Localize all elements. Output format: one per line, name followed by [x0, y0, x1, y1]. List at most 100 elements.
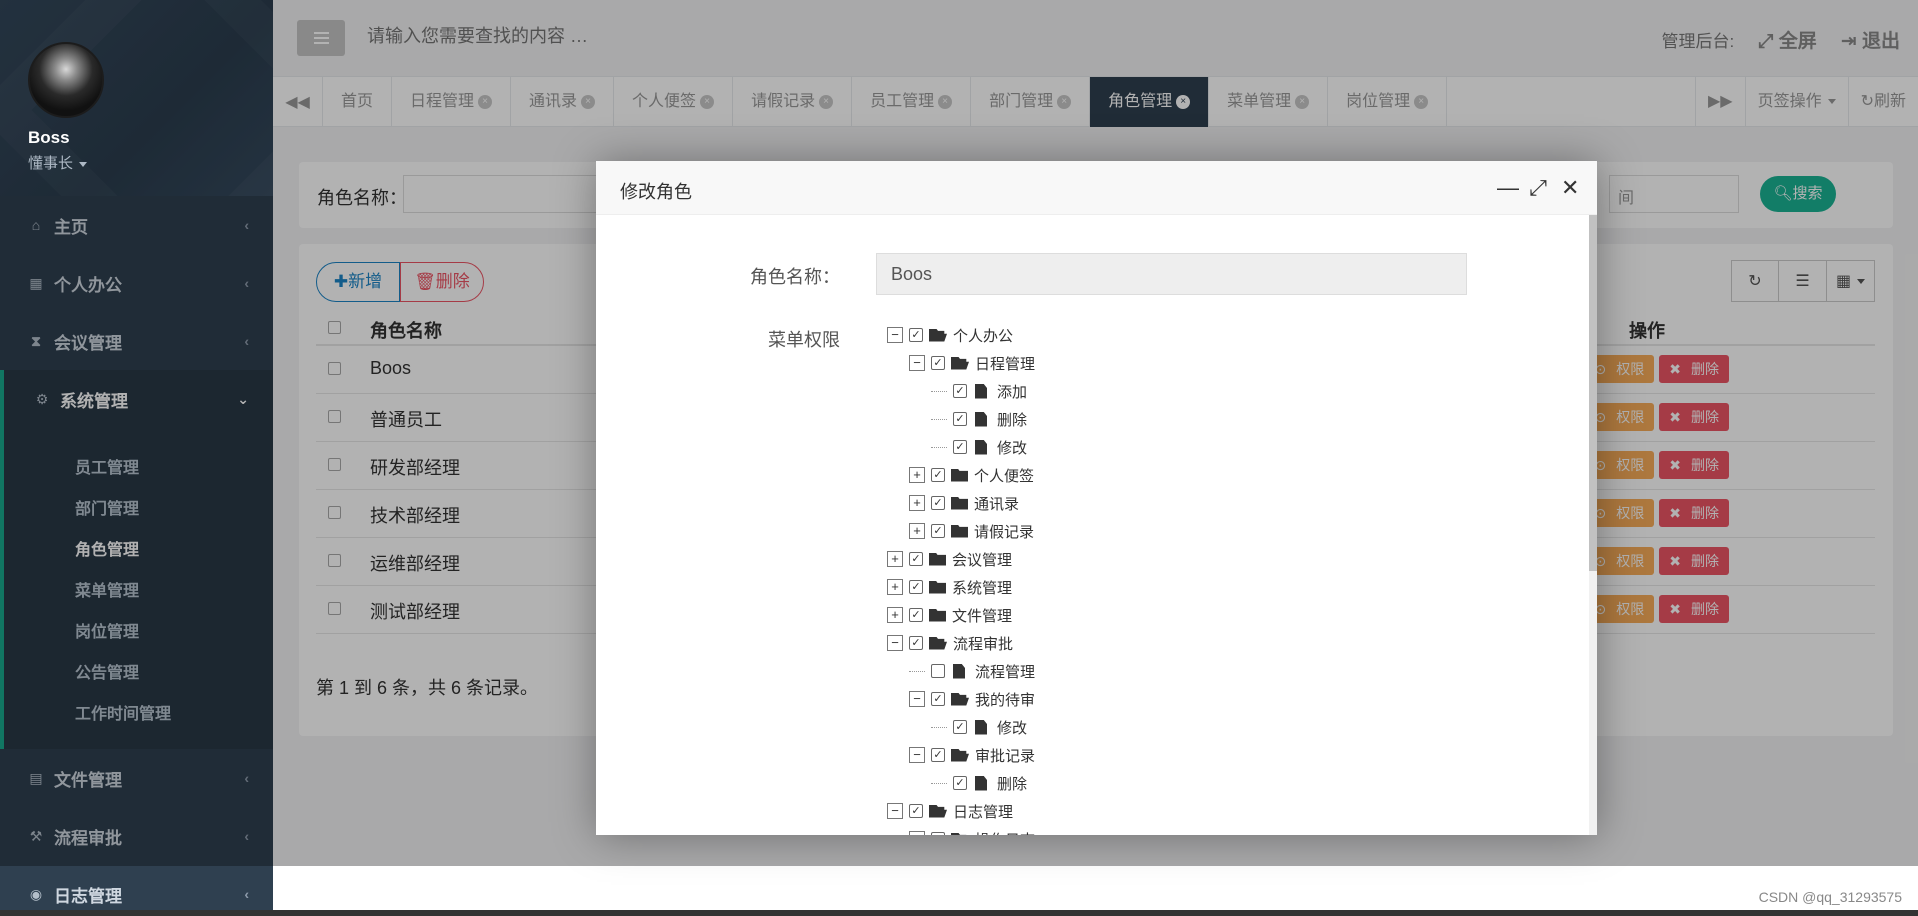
tree-node-label: 会议管理	[952, 551, 1013, 569]
collapse-icon[interactable]: −	[909, 747, 925, 763]
folder-open-icon	[929, 636, 947, 650]
tree-node[interactable]: ✓ 流程管理	[887, 657, 1035, 685]
tree-checkbox[interactable]: ✓	[953, 776, 967, 790]
collapse-icon[interactable]: −	[909, 355, 925, 371]
tree-node[interactable]: ✓ 添加	[887, 377, 1035, 405]
tree-checkbox[interactable]: ✓	[909, 552, 923, 566]
profile-role-dropdown[interactable]: 懂事长	[28, 152, 273, 173]
tree-node[interactable]: − ✓ 个人办公	[887, 321, 1035, 349]
menu-permission-label: 菜单权限	[768, 330, 840, 350]
tree-node[interactable]: + ✓ 请假记录	[887, 517, 1035, 545]
permission-tree: − ✓ 个人办公 − ✓ 日程管理 ✓ 添加 ✓ 删除 ✓ 修改 + ✓ 个人便签 + ✓ 通讯录 + ✓ 请假记录 + ✓…	[887, 321, 1035, 835]
tree-checkbox[interactable]: ✓	[931, 748, 945, 762]
sidebar-item-label: 日志管理	[54, 886, 122, 906]
tree-checkbox[interactable]: ✓	[909, 328, 923, 342]
eye-icon: ◉	[29, 885, 43, 902]
file-icon	[975, 719, 987, 735]
collapse-icon[interactable]: −	[887, 803, 903, 819]
tree-node-label: 个人便签	[974, 467, 1035, 485]
tree-node[interactable]: + ✓ 系统管理	[887, 573, 1035, 601]
chevron-left-icon: ‹	[244, 886, 249, 902]
tree-checkbox[interactable]: ✓	[931, 692, 945, 706]
collapse-icon[interactable]: −	[909, 691, 925, 707]
file-icon	[975, 775, 987, 791]
dialog-controls: — ⤢ ✕	[1497, 175, 1579, 201]
collapse-icon[interactable]: −	[887, 327, 903, 343]
tree-checkbox[interactable]: ✓	[931, 664, 945, 678]
taskbar-strip	[0, 910, 1918, 916]
expand-icon[interactable]: +	[909, 523, 925, 539]
tree-node[interactable]: − ✓ 日程管理	[887, 349, 1035, 377]
caret-down-icon	[79, 161, 88, 167]
tree-node[interactable]: − ✓ 流程审批	[887, 629, 1035, 657]
folder-open-icon	[929, 328, 947, 342]
tree-node-label: 文件管理	[952, 607, 1013, 625]
tree-node-label: 流程审批	[953, 635, 1014, 653]
file-icon	[975, 383, 987, 399]
profile-role-label: 懂事长	[28, 155, 74, 172]
expand-icon[interactable]: +	[909, 467, 925, 483]
tree-checkbox[interactable]: ✓	[953, 440, 967, 454]
expand-icon[interactable]: +	[887, 579, 903, 595]
folder-icon	[929, 608, 946, 622]
footer	[273, 866, 1918, 916]
expand-icon[interactable]: +	[909, 495, 925, 511]
tree-node[interactable]: − ✓ 我的待审	[887, 685, 1035, 713]
maximize-icon[interactable]: ⤢	[1529, 175, 1547, 201]
tree-node-label: 操作日志	[975, 829, 1035, 836]
scrollbar-thumb[interactable]	[1589, 215, 1597, 571]
tree-checkbox[interactable]: ✓	[953, 412, 967, 426]
tree-node[interactable]: ✓ 删除	[887, 405, 1035, 433]
tree-node[interactable]: ✓ 删除	[887, 769, 1035, 797]
tree-node[interactable]: − ✓ 操作日志	[887, 825, 1035, 835]
tree-checkbox[interactable]: ✓	[909, 580, 923, 594]
tree-node-label: 请假记录	[974, 523, 1035, 541]
tree-node[interactable]: + ✓ 会议管理	[887, 545, 1035, 573]
tree-checkbox[interactable]: ✓	[909, 608, 923, 622]
role-name-field[interactable]: Boos	[876, 253, 1467, 295]
tree-connector	[931, 390, 947, 392]
tree-checkbox[interactable]: ✓	[909, 636, 923, 650]
folder-icon	[929, 552, 946, 566]
tree-checkbox[interactable]: ✓	[931, 496, 945, 510]
tree-checkbox[interactable]: ✓	[953, 720, 967, 734]
tree-checkbox[interactable]: ✓	[909, 804, 923, 818]
folder-open-icon	[951, 832, 969, 835]
tree-checkbox[interactable]: ✓	[931, 356, 945, 370]
tree-node-label: 修改	[997, 719, 1028, 737]
tree-node-label: 日志管理	[953, 803, 1014, 821]
tree-node[interactable]: + ✓ 个人便签	[887, 461, 1035, 489]
folder-open-icon	[951, 356, 969, 370]
expand-icon[interactable]: +	[887, 551, 903, 567]
tree-checkbox[interactable]: ✓	[931, 468, 945, 482]
tree-node[interactable]: − ✓ 审批记录	[887, 741, 1035, 769]
tree-node[interactable]: + ✓ 文件管理	[887, 601, 1035, 629]
tree-node-label: 个人办公	[953, 327, 1014, 345]
collapse-icon[interactable]: −	[909, 831, 925, 835]
folder-open-icon	[951, 748, 969, 762]
dialog-scrollbar[interactable]	[1589, 215, 1597, 835]
tree-checkbox[interactable]: ✓	[931, 524, 945, 538]
tree-node-label: 修改	[997, 439, 1028, 457]
tree-node-label: 流程管理	[975, 663, 1036, 681]
close-icon[interactable]: ✕	[1561, 175, 1579, 201]
tree-node[interactable]: + ✓ 通讯录	[887, 489, 1035, 517]
sidebar-item-logs[interactable]: ◉ 日志管理 ‹	[0, 865, 273, 916]
expand-icon[interactable]: +	[887, 607, 903, 623]
role-name-label: 角色名称：	[750, 267, 840, 287]
tree-node[interactable]: ✓ 修改	[887, 433, 1035, 461]
tree-node-label: 审批记录	[975, 747, 1036, 765]
tree-node[interactable]: − ✓ 日志管理	[887, 797, 1035, 825]
collapse-icon[interactable]: −	[887, 635, 903, 651]
dialog-title: 修改角色	[620, 182, 692, 202]
folder-icon	[951, 496, 968, 510]
minimize-icon[interactable]: —	[1497, 175, 1519, 201]
tree-node-label: 删除	[997, 411, 1028, 429]
file-icon	[975, 439, 987, 455]
avatar[interactable]	[28, 42, 104, 118]
watermark: CSDN @qq_31293575	[1758, 889, 1902, 905]
tree-checkbox[interactable]: ✓	[931, 832, 945, 835]
tree-checkbox[interactable]: ✓	[953, 384, 967, 398]
tree-node[interactable]: ✓ 修改	[887, 713, 1035, 741]
profile-name: Boss	[28, 128, 70, 147]
